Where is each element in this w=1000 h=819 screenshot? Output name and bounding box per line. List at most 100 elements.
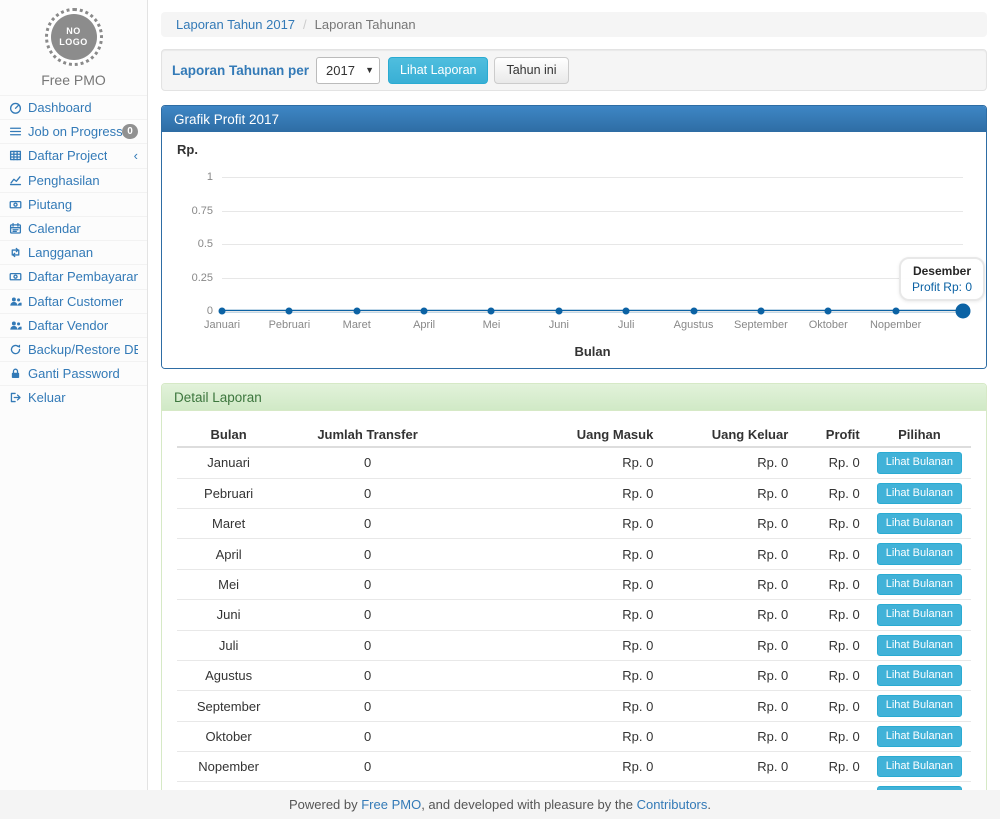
column-header-bulan: Bulan	[177, 423, 280, 447]
table-row-desember: Desember0Rp. 0Rp. 0Rp. 0Lihat Bulanan	[177, 782, 971, 790]
lihat-bulanan-button[interactable]: Lihat Bulanan	[877, 604, 962, 625]
cell-uang-masuk: Rp. 0	[455, 478, 661, 508]
data-point-oktober[interactable]	[825, 308, 832, 315]
x-axis-tick-label: Nopember	[870, 319, 921, 331]
sidebar-item-ganti-password[interactable]: Ganti Password	[0, 361, 147, 385]
sidebar-item-calendar[interactable]: Calendar	[0, 216, 147, 240]
sidebar-item-job-on-progress[interactable]: Job on Progress0	[0, 119, 147, 143]
cell-uang-keluar: Rp. 0	[661, 478, 796, 508]
sidebar-item-piutang[interactable]: Piutang	[0, 192, 147, 216]
contributors-link[interactable]: Contributors	[637, 797, 708, 812]
table-row-juni: Juni0Rp. 0Rp. 0Rp. 0Lihat Bulanan	[177, 600, 971, 630]
cell-bulan: September	[177, 691, 280, 721]
lihat-bulanan-button[interactable]: Lihat Bulanan	[877, 635, 962, 656]
detail-laporan-panel: Detail Laporan BulanJumlah TransferUang …	[161, 383, 987, 790]
sidebar-item-backup-restore-db[interactable]: Backup/Restore DB	[0, 337, 147, 361]
cell-uang-keluar: Rp. 0	[661, 691, 796, 721]
table-header-row: BulanJumlah TransferUang MasukUang Kelua…	[177, 423, 971, 447]
cell-uang-masuk: Rp. 0	[455, 447, 661, 478]
lihat-bulanan-button[interactable]: Lihat Bulanan	[877, 452, 962, 473]
lihat-laporan-button[interactable]: Lihat Laporan	[388, 57, 488, 84]
y-axis-tick-label: 0	[177, 305, 213, 317]
cell-bulan: Mei	[177, 569, 280, 599]
sidebar-item-keluar[interactable]: Keluar	[0, 385, 147, 409]
column-header-uang-keluar: Uang Keluar	[661, 423, 796, 447]
column-header-uang-masuk: Uang Masuk	[455, 423, 661, 447]
lihat-bulanan-button[interactable]: Lihat Bulanan	[877, 726, 962, 747]
year-filter-label: Laporan Tahunan per	[172, 63, 309, 78]
sidebar-item-daftar-customer[interactable]: Daftar Customer	[0, 289, 147, 313]
data-point-juli[interactable]	[623, 308, 630, 315]
sidebar-item-daftar-vendor[interactable]: Daftar Vendor	[0, 313, 147, 337]
breadcrumb-link-laporan-tahun[interactable]: Laporan Tahun 2017	[176, 17, 295, 32]
chart-tooltip-month: Desember	[912, 264, 972, 278]
grafik-profit-panel-title: Grafik Profit 2017	[162, 106, 986, 132]
tahun-ini-button[interactable]: Tahun ini	[494, 57, 568, 84]
breadcrumb-separator: /	[303, 17, 307, 32]
cell-pilihan: Lihat Bulanan	[868, 660, 971, 690]
data-point-pebruari[interactable]	[286, 308, 293, 315]
cell-bulan: Oktober	[177, 721, 280, 751]
free-pmo-link[interactable]: Free PMO	[361, 797, 421, 812]
cell-jumlah-transfer: 0	[280, 691, 455, 721]
data-point-agustus[interactable]	[690, 308, 697, 315]
cell-bulan: Desember	[177, 782, 280, 790]
cell-profit: Rp. 0	[796, 691, 867, 721]
sidebar-item-penghasilan[interactable]: Penghasilan	[0, 168, 147, 192]
data-point-desember[interactable]	[956, 304, 971, 319]
data-point-maret[interactable]	[353, 308, 360, 315]
sidebar-item-daftar-project[interactable]: Daftar Project‹	[0, 143, 147, 167]
gridline: 0.5	[222, 244, 963, 245]
cell-pilihan: Lihat Bulanan	[868, 539, 971, 569]
sidebar-item-label: Langganan	[28, 245, 93, 260]
year-select-value: 2017	[326, 63, 355, 78]
data-point-juni[interactable]	[555, 308, 562, 315]
data-point-mei[interactable]	[488, 308, 495, 315]
table-row-maret: Maret0Rp. 0Rp. 0Rp. 0Lihat Bulanan	[177, 508, 971, 538]
cell-profit: Rp. 0	[796, 478, 867, 508]
x-axis-tick-label: Pebruari	[269, 319, 311, 331]
lihat-bulanan-button[interactable]: Lihat Bulanan	[877, 483, 962, 504]
cell-uang-masuk: Rp. 0	[455, 600, 661, 630]
x-axis-labels: JanuariPebruariMaretAprilMeiJuniJuliAgus…	[222, 319, 963, 333]
chart-plot-area: Desember Profit Rp: 0 10.750.50.250	[222, 177, 963, 311]
sidebar-item-label: Piutang	[28, 197, 72, 212]
data-point-nopember[interactable]	[892, 308, 899, 315]
x-axis-tick-label: September	[734, 319, 788, 331]
sidebar-item-dashboard[interactable]: Dashboard	[0, 95, 147, 119]
cell-jumlah-transfer: 0	[280, 600, 455, 630]
table-row-januari: Januari0Rp. 0Rp. 0Rp. 0Lihat Bulanan	[177, 447, 971, 478]
cell-profit: Rp. 0	[796, 508, 867, 538]
lihat-bulanan-button[interactable]: Lihat Bulanan	[877, 543, 962, 564]
cell-bulan: Juni	[177, 600, 280, 630]
lihat-bulanan-button[interactable]: Lihat Bulanan	[877, 513, 962, 534]
sidebar-item-daftar-pembayaran[interactable]: Daftar Pembayaran	[0, 264, 147, 288]
x-axis-tick-label: Maret	[343, 319, 371, 331]
sidebar-item-label: Ganti Password	[28, 366, 120, 381]
money-icon	[9, 198, 28, 211]
lihat-bulanan-button[interactable]: Lihat Bulanan	[877, 695, 962, 716]
cell-uang-keluar: Rp. 0	[661, 508, 796, 538]
lihat-bulanan-button[interactable]: Lihat Bulanan	[877, 756, 962, 777]
logo-area: NO LOGO Free PMO	[0, 0, 147, 95]
sidebar-item-label: Daftar Project	[28, 148, 107, 163]
sidebar-item-langganan[interactable]: Langganan	[0, 240, 147, 264]
table-row-pebruari: Pebruari0Rp. 0Rp. 0Rp. 0Lihat Bulanan	[177, 478, 971, 508]
job-count-badge: 0	[122, 124, 138, 139]
tasks-icon	[9, 125, 28, 138]
x-axis-tick-label: Juli	[618, 319, 635, 331]
cell-jumlah-transfer: 0	[280, 721, 455, 751]
line-chart-icon	[9, 174, 28, 187]
data-point-september[interactable]	[757, 308, 764, 315]
cell-jumlah-transfer: 0	[280, 630, 455, 660]
lihat-bulanan-button[interactable]: Lihat Bulanan	[877, 665, 962, 686]
year-select[interactable]: 2017 ▼	[316, 57, 380, 84]
lock-icon	[9, 367, 28, 380]
data-point-januari[interactable]	[219, 308, 226, 315]
cell-profit: Rp. 0	[796, 600, 867, 630]
lihat-bulanan-button[interactable]: Lihat Bulanan	[877, 574, 962, 595]
data-point-april[interactable]	[421, 308, 428, 315]
money-icon	[9, 270, 28, 283]
x-axis-tick-label: Juni	[549, 319, 569, 331]
grafik-profit-panel: Grafik Profit 2017 Rp. Desember Profit R…	[161, 105, 987, 369]
